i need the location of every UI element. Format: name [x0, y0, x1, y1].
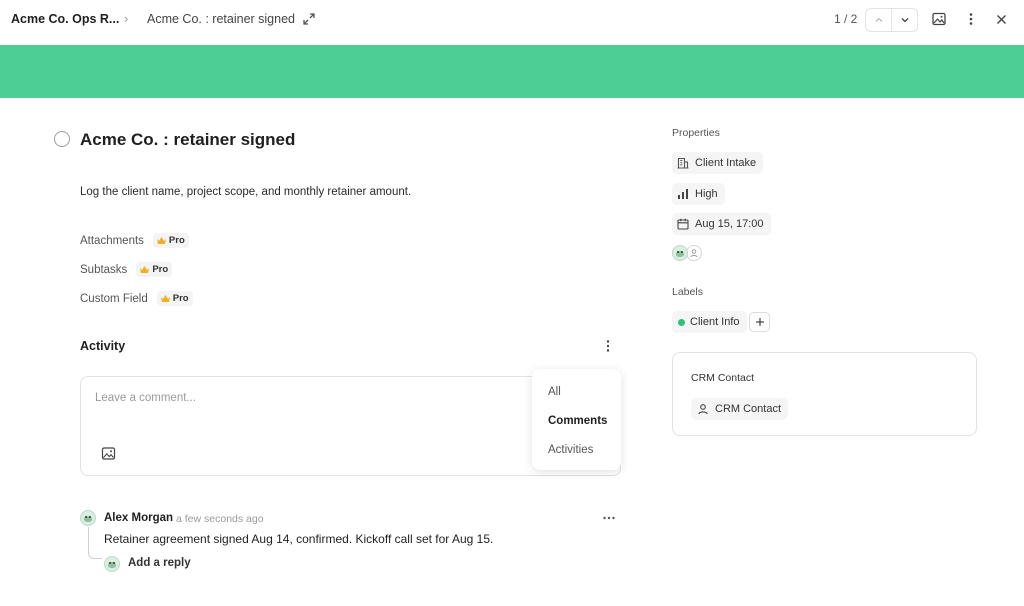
- label-client-info[interactable]: Client Info: [672, 311, 747, 333]
- pro-badge: Pro: [136, 262, 173, 277]
- person-icon: [698, 404, 708, 415]
- expand-icon[interactable]: [302, 12, 316, 26]
- insert-image-icon[interactable]: [101, 446, 116, 461]
- previous-task-button[interactable]: [866, 9, 891, 31]
- chevron-up-icon: [875, 17, 882, 22]
- labels-heading: Labels: [672, 286, 703, 298]
- task-navigation: [865, 8, 918, 32]
- property-priority[interactable]: High: [672, 183, 725, 205]
- properties-heading: Properties: [672, 127, 720, 139]
- avatar: [672, 245, 688, 261]
- comment-more-icon[interactable]: [602, 512, 616, 524]
- breadcrumb-project[interactable]: Acme Co. Ops R...: [11, 12, 119, 26]
- crown-icon: [160, 295, 170, 302]
- filter-activities[interactable]: Activities: [548, 444, 593, 456]
- cover-banner[interactable]: [0, 45, 1024, 98]
- crm-card-title: CRM Contact: [691, 372, 755, 384]
- activity-filter-dropdown: All Comments Activities: [532, 369, 621, 470]
- cover-image-icon[interactable]: [931, 11, 947, 27]
- plus-icon: [755, 318, 764, 326]
- crm-contact-card: CRM Contact CRM Contact: [672, 352, 977, 436]
- filter-comments[interactable]: Comments: [548, 415, 607, 427]
- close-icon[interactable]: [994, 12, 1009, 27]
- field-label: Attachments: [80, 234, 144, 247]
- add-assignee-icon[interactable]: [686, 245, 702, 261]
- assignees[interactable]: [672, 245, 702, 261]
- building-icon: [677, 157, 689, 169]
- add-reply-button[interactable]: Add a reply: [128, 557, 191, 569]
- priority-bars-icon: [678, 189, 688, 199]
- comment-author: Alex Morgan: [104, 512, 174, 524]
- thread-line: [88, 527, 102, 559]
- more-options-icon[interactable]: [963, 11, 979, 27]
- pager-count: 1 / 2: [834, 12, 858, 26]
- activity-filter-menu-icon[interactable]: [602, 338, 614, 354]
- activity-heading: Activity: [80, 339, 126, 353]
- comment-placeholder: Leave a comment...: [95, 392, 196, 404]
- next-task-button[interactable]: [891, 9, 917, 31]
- chevron-down-icon: [901, 18, 908, 23]
- avatar: [80, 510, 96, 526]
- top-bar: Acme Co. Ops R... › Acme Co. : retainer …: [0, 0, 1024, 40]
- crown-icon: [140, 266, 150, 273]
- add-label-button[interactable]: [749, 312, 770, 332]
- property-list[interactable]: Client Intake: [672, 152, 764, 174]
- filter-all[interactable]: All: [548, 386, 561, 398]
- field-subtasks[interactable]: Subtasks Pro: [80, 262, 173, 277]
- label-color-dot: [678, 318, 685, 326]
- crm-contact-chip[interactable]: CRM Contact: [691, 398, 789, 420]
- field-attachments[interactable]: Attachments Pro: [80, 233, 189, 248]
- field-label: Custom Field: [80, 292, 148, 305]
- task-description[interactable]: Log the client name, project scope, and …: [80, 186, 411, 198]
- reply-avatar: [104, 556, 120, 572]
- field-label: Subtasks: [80, 263, 128, 276]
- pro-badge: Pro: [156, 291, 193, 306]
- comment-timestamp: a few seconds ago: [176, 513, 264, 525]
- crown-icon: [156, 237, 166, 244]
- pro-badge: Pro: [152, 233, 189, 248]
- task-complete-checkbox[interactable]: [54, 131, 70, 147]
- comment-text: Retainer agreement signed Aug 14, confir…: [104, 532, 494, 546]
- breadcrumb-separator-icon: ›: [124, 11, 129, 26]
- field-custom-field[interactable]: Custom Field Pro: [80, 291, 193, 306]
- task-title[interactable]: Acme Co. : retainer signed: [80, 130, 295, 150]
- property-due-date[interactable]: Aug 15, 17:00: [672, 213, 771, 235]
- breadcrumb-task[interactable]: Acme Co. : retainer signed: [147, 12, 295, 26]
- calendar-icon: [677, 218, 689, 230]
